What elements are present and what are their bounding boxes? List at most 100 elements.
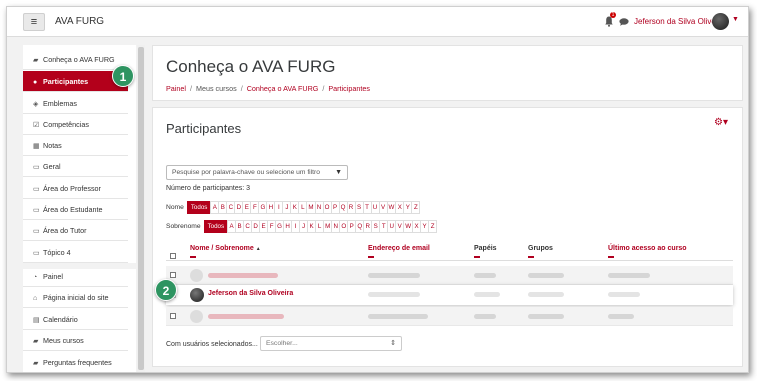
redacted-role bbox=[474, 292, 500, 297]
breadcrumb: Painel / Meus cursos / Conheça o AVA FURG / Pa… bbox=[166, 84, 370, 93]
page-title: Conheça o AVA FURG bbox=[166, 57, 336, 76]
caret-down-icon[interactable]: ▼ bbox=[732, 16, 739, 23]
column-last-access[interactable]: Último acesso ao curso bbox=[608, 245, 687, 252]
sidebar-item-site-home[interactable]: ⌂ Página inicial do site bbox=[23, 287, 128, 308]
last-name-initials-bar: Sobrenome Todos A B C D E F G H I J K L M N O P Q R S T U V W X Y Z bbox=[166, 220, 438, 234]
sidebar-item-teacher-area[interactable]: ▭ Área do Professor bbox=[23, 178, 128, 199]
shield-icon: ◈ bbox=[33, 101, 39, 108]
breadcrumb-separator: / bbox=[240, 84, 243, 93]
redacted-name bbox=[208, 273, 278, 278]
breadcrumb-my-courses: Meus cursos bbox=[195, 84, 237, 93]
initial-all-button[interactable]: Todos bbox=[203, 220, 229, 233]
sidebar-item-general[interactable]: ▭ Geral bbox=[23, 156, 128, 177]
avatar[interactable] bbox=[712, 13, 729, 30]
initial-all-button[interactable]: Todos bbox=[186, 201, 212, 214]
sidebar-item-student-area[interactable]: ▭ Área do Estudante bbox=[23, 199, 128, 220]
column-toggle-icon[interactable] bbox=[474, 256, 480, 258]
sidebar-item-calendar[interactable]: ▤ Calendário bbox=[23, 309, 128, 330]
table-row bbox=[166, 307, 733, 326]
redacted-role bbox=[474, 273, 496, 278]
table-header: Nome / Sobrenome ▲ Endereço de email Pap… bbox=[166, 243, 733, 261]
breadcrumb-participants[interactable]: Participantes bbox=[328, 84, 370, 93]
avatar bbox=[190, 269, 203, 282]
sidebar-item-grades[interactable]: ▦ Notas bbox=[23, 135, 128, 156]
sidebar-item-tutor-area[interactable]: ▭ Área do Tutor bbox=[23, 220, 128, 241]
select-all-checkbox[interactable] bbox=[170, 253, 176, 259]
avatar bbox=[190, 310, 203, 323]
sort-ascending-icon: ▲ bbox=[255, 246, 261, 252]
bulk-action-label: Com usuários selecionados... bbox=[166, 341, 258, 348]
column-roles: Papéis bbox=[474, 245, 497, 252]
sidebar-item-topic-4[interactable]: ▭ Tópico 4 bbox=[23, 242, 128, 263]
column-groups: Grupos bbox=[528, 245, 553, 252]
redacted-group bbox=[528, 292, 564, 297]
sidebar-item-faq[interactable]: ▰ Perguntas frequentes bbox=[23, 352, 128, 372]
sidebar-item-course-home[interactable]: ▰ Conheça o AVA FURG bbox=[23, 49, 128, 70]
redacted-group bbox=[528, 314, 564, 319]
redacted-last-access bbox=[608, 292, 640, 297]
initial-letter-button[interactable]: Z bbox=[411, 201, 421, 214]
folder-icon: ▭ bbox=[33, 186, 40, 193]
checkbox-icon: ☑ bbox=[33, 122, 40, 129]
folder-icon: ▭ bbox=[33, 207, 40, 214]
sidebar-scrollbar-thumb[interactable] bbox=[138, 47, 144, 370]
redacted-name bbox=[208, 314, 284, 319]
top-navbar: ≡ AVA FURG 1 Jeferson da Silva Oliveira … bbox=[7, 7, 748, 37]
last-name-label: Sobrenome bbox=[166, 223, 201, 230]
hamburger-icon[interactable]: ≡ bbox=[23, 13, 45, 31]
avatar bbox=[190, 288, 204, 302]
breadcrumb-course[interactable]: Conheça o AVA FURG bbox=[247, 84, 319, 93]
sidebar-item-dashboard[interactable]: ◔ Painel bbox=[23, 266, 128, 287]
redacted-role bbox=[474, 314, 496, 319]
site-brand[interactable]: AVA FURG bbox=[55, 16, 104, 27]
updown-caret-icon: ⇕ bbox=[390, 340, 396, 347]
gear-icon[interactable]: ⚙▾ bbox=[714, 117, 732, 129]
screenshot-frame: ≡ AVA FURG 1 Jeferson da Silva Oliveira … bbox=[6, 6, 749, 373]
initial-letter-button[interactable]: Z bbox=[428, 220, 438, 233]
table-row-highlighted[interactable]: Jeferson da Silva Oliveira bbox=[166, 285, 733, 305]
breadcrumb-dashboard[interactable]: Painel bbox=[166, 84, 186, 93]
home-icon: ⌂ bbox=[33, 295, 38, 302]
first-name-initials-bar: Nome Todos A B C D E F G H I J K L M N O P Q R S T U V W X Y Z bbox=[166, 201, 421, 215]
dashboard-icon: ◔ bbox=[33, 274, 38, 281]
redacted-email bbox=[368, 273, 420, 278]
row-checkbox[interactable] bbox=[170, 272, 176, 278]
column-email[interactable]: Endereço de email bbox=[368, 245, 430, 252]
column-toggle-icon[interactable] bbox=[190, 256, 196, 258]
calendar-icon: ▤ bbox=[33, 317, 40, 324]
table-icon: ▦ bbox=[33, 143, 40, 150]
column-toggle-icon[interactable] bbox=[528, 256, 534, 258]
breadcrumb-separator: / bbox=[322, 84, 325, 93]
column-toggle-icon[interactable] bbox=[608, 256, 614, 258]
breadcrumb-separator: / bbox=[189, 84, 192, 93]
first-name-label: Nome bbox=[166, 204, 184, 211]
redacted-last-access bbox=[608, 273, 650, 278]
sidebar-item-badges[interactable]: ◈ Emblemas bbox=[23, 93, 128, 114]
sidebar-item-my-courses[interactable]: ▰ Meus cursos bbox=[23, 330, 128, 351]
bulk-action-select[interactable]: Escolher... ⇕ bbox=[260, 336, 402, 351]
caret-down-icon: ▼ bbox=[335, 169, 342, 176]
table-row bbox=[166, 266, 733, 285]
graduation-cap-icon: ▰ bbox=[33, 338, 39, 345]
step-marker-1: 1 bbox=[112, 65, 134, 87]
column-toggle-icon[interactable] bbox=[368, 256, 374, 258]
participant-name-link[interactable]: Jeferson da Silva Oliveira bbox=[208, 290, 293, 297]
graduation-cap-icon: ▰ bbox=[33, 57, 39, 64]
column-name[interactable]: Nome / Sobrenome ▲ bbox=[190, 245, 261, 252]
course-sidebar: ▰ Conheça o AVA FURG ● Participantes ◈ Embl… bbox=[23, 45, 136, 372]
redacted-last-access bbox=[608, 314, 634, 319]
row-checkbox[interactable] bbox=[170, 313, 176, 319]
chat-icon[interactable] bbox=[619, 18, 629, 26]
page-header: Conheça o AVA FURG Painel / Meus cursos / Co… bbox=[152, 45, 743, 101]
redacted-email bbox=[368, 292, 420, 297]
sidebar-item-competencies[interactable]: ☑ Competências bbox=[23, 114, 128, 135]
graduation-cap-icon: ▰ bbox=[33, 360, 39, 367]
section-title: Participantes bbox=[166, 121, 242, 136]
redacted-group bbox=[528, 273, 564, 278]
users-icon: ● bbox=[33, 79, 38, 86]
filter-select[interactable]: Pesquise por palavra-chave ou selecione … bbox=[166, 165, 348, 180]
participant-count: Número de participantes: 3 bbox=[166, 185, 251, 192]
folder-icon: ▭ bbox=[33, 228, 40, 235]
notification-badge: 1 bbox=[610, 12, 616, 18]
folder-icon: ▭ bbox=[33, 164, 40, 171]
